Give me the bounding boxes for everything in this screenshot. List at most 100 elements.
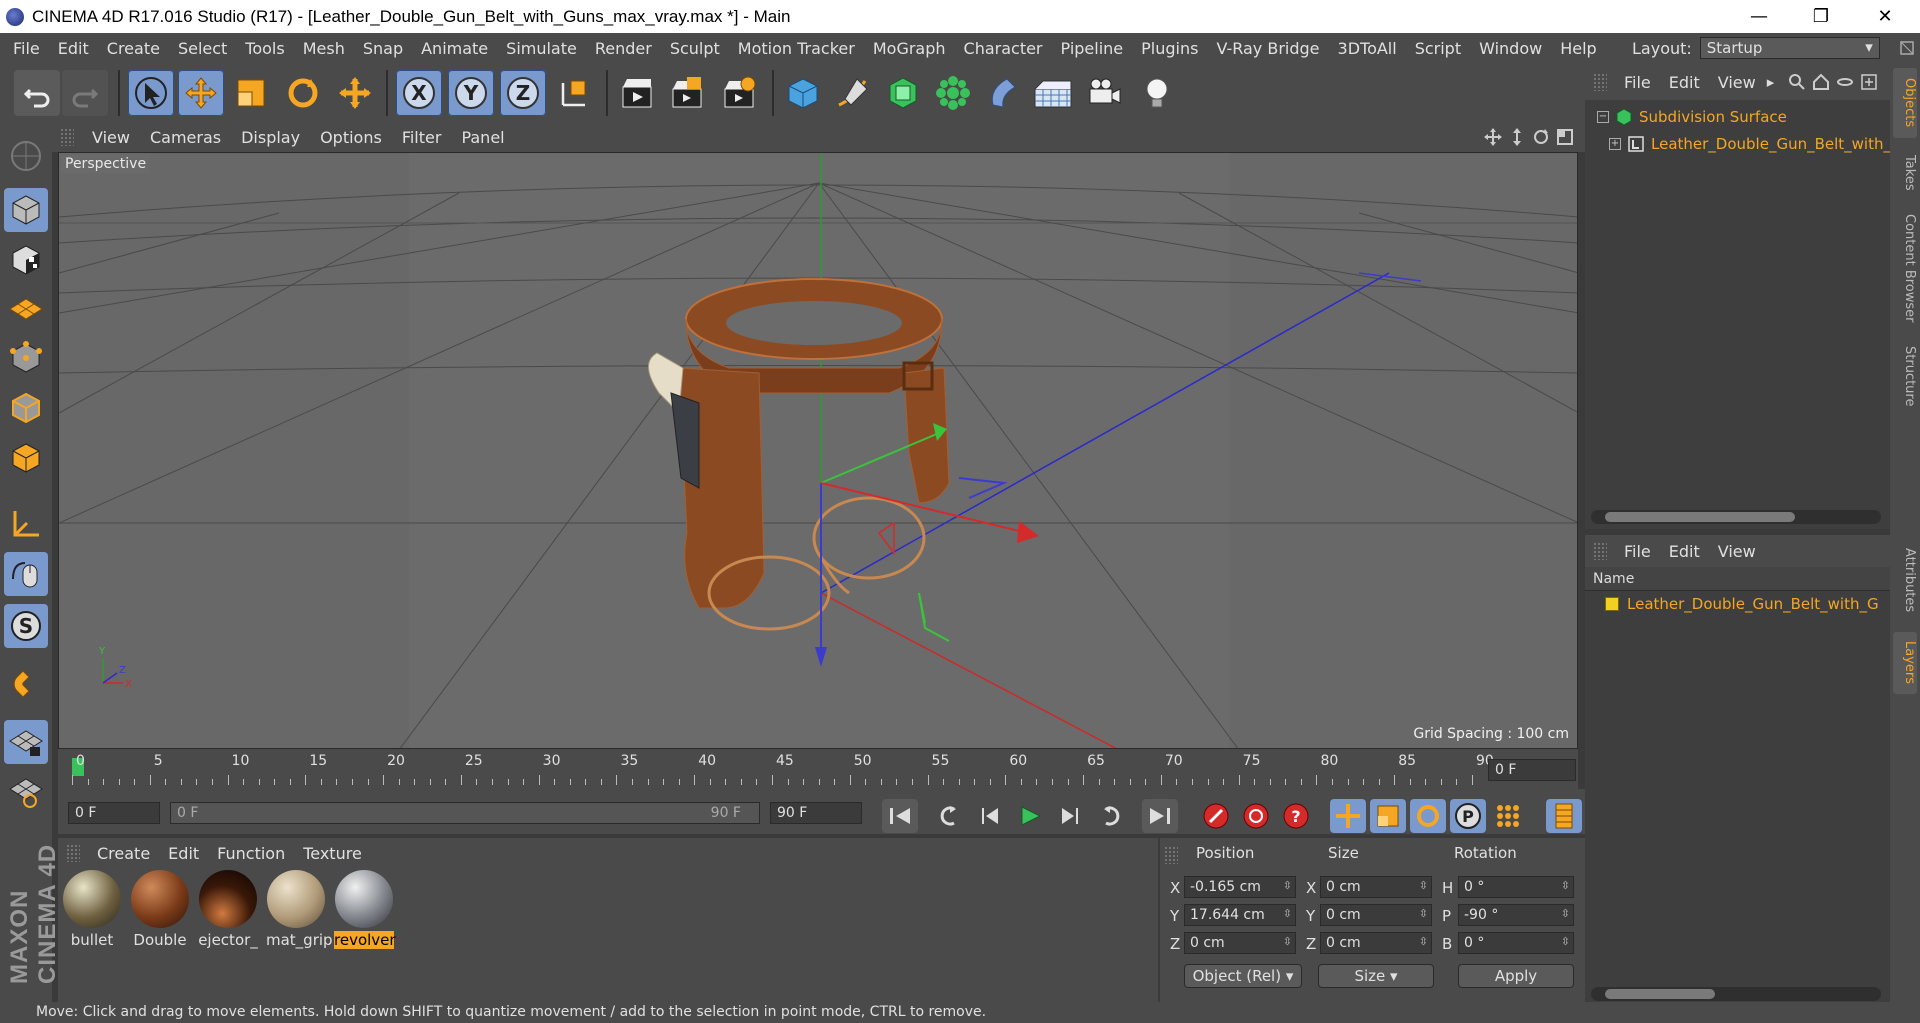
viewport-camera-label[interactable]: Perspective — [61, 155, 151, 173]
object-horizontal-scrollbar[interactable] — [1591, 510, 1881, 524]
expand-toggle-icon[interactable]: + — [1609, 138, 1621, 150]
viewport-menu-options[interactable]: Options — [310, 128, 392, 147]
material-swatch-double[interactable]: Double — [130, 870, 190, 949]
scale-tool-icon[interactable] — [228, 70, 274, 116]
z-axis-lock-icon[interactable]: Z — [500, 70, 546, 116]
layer-menu-file[interactable]: File — [1615, 542, 1660, 561]
render-view-icon[interactable] — [614, 70, 660, 116]
light-object-icon[interactable] — [1134, 70, 1180, 116]
rotation-p-field[interactable]: -90 ° — [1458, 904, 1574, 926]
menu-file[interactable]: File — [4, 39, 49, 58]
make-editable-icon[interactable] — [4, 134, 48, 178]
last-tool-icon[interactable] — [332, 70, 378, 116]
viewport-maximize-icon[interactable] — [1556, 128, 1574, 146]
viewport-menu-display[interactable]: Display — [231, 128, 310, 147]
menu-edit[interactable]: Edit — [49, 39, 98, 58]
apply-button[interactable]: Apply — [1458, 964, 1574, 988]
current-frame-field[interactable]: 0 F — [1488, 759, 1576, 781]
key-point-level-icon[interactable] — [1490, 799, 1526, 833]
coordinate-mode-dropdown[interactable]: Object (Rel) ▾ — [1184, 964, 1302, 988]
x-axis-lock-icon[interactable]: X — [396, 70, 442, 116]
menu-sculpt[interactable]: Sculpt — [661, 39, 729, 58]
rotation-h-field[interactable]: 0 ° — [1458, 876, 1574, 898]
record-keys-icon[interactable] — [1198, 799, 1234, 833]
minimize-button[interactable]: — — [1730, 0, 1788, 33]
material-menu-create[interactable]: Create — [88, 844, 159, 863]
key-parameter-icon[interactable]: P — [1450, 799, 1486, 833]
tab-objects[interactable]: Objects — [1893, 68, 1917, 138]
size-z-field[interactable]: 0 cm — [1320, 932, 1432, 954]
menu-create[interactable]: Create — [98, 39, 169, 58]
layer-row[interactable]: Leather_Double_Gun_Belt_with_G — [1605, 595, 1879, 613]
position-z-field[interactable]: 0 cm — [1184, 932, 1296, 954]
render-settings-icon[interactable] — [716, 70, 762, 116]
material-menu-texture[interactable]: Texture — [294, 844, 371, 863]
floor-environment-icon[interactable] — [1030, 70, 1076, 116]
menu-help[interactable]: Help — [1551, 39, 1605, 58]
grid-snap-icon[interactable] — [4, 770, 48, 814]
autokeying-icon[interactable] — [1238, 799, 1274, 833]
viewport-rotate-icon[interactable] — [1532, 128, 1550, 146]
key-position-icon[interactable] — [1330, 799, 1366, 833]
tab-content-browser[interactable]: Content Browser — [1893, 208, 1917, 328]
mograph-cloner-icon[interactable] — [930, 70, 976, 116]
texture-mode-icon[interactable] — [4, 238, 48, 282]
size-mode-dropdown[interactable]: Size ▾ — [1318, 964, 1434, 988]
menu-plugins[interactable]: Plugins — [1132, 39, 1207, 58]
layer-horizontal-scrollbar[interactable] — [1591, 987, 1881, 1001]
menu-window[interactable]: Window — [1470, 39, 1551, 58]
object-row-gun-belt[interactable]: + Leather_Double_Gun_Belt_with_ — [1609, 135, 1891, 153]
edges-mode-icon[interactable] — [4, 386, 48, 430]
end-frame-field[interactable]: 90 F — [770, 802, 862, 824]
play-forward-icon[interactable] — [1012, 799, 1048, 833]
polygons-mode-icon[interactable] — [4, 436, 48, 480]
grip-handle-icon[interactable] — [1164, 846, 1178, 864]
keyframe-selection-icon[interactable]: ? — [1278, 799, 1314, 833]
new-window-icon[interactable] — [1860, 73, 1878, 91]
redo-icon[interactable] — [62, 70, 108, 116]
menu-more-arrow-icon[interactable]: ▸ — [1767, 73, 1775, 91]
tab-structure[interactable]: Structure — [1893, 338, 1917, 414]
rotation-b-field[interactable]: 0 ° — [1458, 932, 1574, 954]
pen-spline-icon[interactable] — [830, 70, 876, 116]
grip-handle-icon[interactable] — [66, 844, 80, 862]
viewport-menu-cameras[interactable]: Cameras — [140, 128, 231, 147]
menu-select[interactable]: Select — [169, 39, 236, 58]
object-menu-file[interactable]: File — [1615, 73, 1660, 92]
tweak-mode-icon[interactable] — [4, 552, 48, 596]
points-mode-icon[interactable] — [4, 336, 48, 380]
undo-icon[interactable] — [14, 70, 60, 116]
workplane-lock-icon[interactable] — [4, 720, 48, 764]
move-tool-icon[interactable] — [178, 70, 224, 116]
key-rotation-icon[interactable] — [1410, 799, 1446, 833]
material-swatch-ejector[interactable]: ejector_ — [198, 870, 258, 949]
subdivision-surface-icon[interactable] — [880, 70, 926, 116]
viewport-pan-icon[interactable] — [1484, 128, 1502, 146]
grip-handle-icon[interactable] — [60, 128, 74, 146]
pin-icon[interactable] — [1898, 39, 1916, 57]
model-mode-icon[interactable] — [4, 188, 48, 232]
restore-button[interactable]: ❐ — [1792, 0, 1850, 33]
material-swatch-bullet[interactable]: bullet — [62, 870, 122, 949]
collapse-toggle-icon[interactable]: − — [1597, 111, 1609, 123]
layout-select[interactable]: Startup — [1699, 37, 1880, 59]
menu-3dtoall[interactable]: 3DToAll — [1329, 39, 1406, 58]
menu-mesh[interactable]: Mesh — [294, 39, 354, 58]
frame-range-slider[interactable]: 0 F 90 F — [170, 802, 760, 824]
viewport-zoom-icon[interactable] — [1508, 128, 1526, 146]
next-key-icon[interactable] — [1092, 799, 1128, 833]
menu-mograph[interactable]: MoGraph — [864, 39, 955, 58]
tab-attributes[interactable]: Attributes — [1893, 538, 1917, 622]
link-icon[interactable] — [1836, 73, 1854, 91]
start-frame-field[interactable]: 0 F — [68, 802, 160, 824]
material-swatch-revolver[interactable]: revolver — [334, 870, 396, 949]
go-to-start-icon[interactable] — [882, 799, 918, 833]
tab-layers[interactable]: Layers — [1893, 632, 1917, 694]
y-axis-lock-icon[interactable]: Y — [448, 70, 494, 116]
viewport-menu-panel[interactable]: Panel — [451, 128, 514, 147]
menu-snap[interactable]: Snap — [354, 39, 412, 58]
go-to-end-icon[interactable] — [1142, 799, 1178, 833]
key-scale-icon[interactable] — [1370, 799, 1406, 833]
perspective-viewport[interactable]: Y X Z Perspective Grid Spacing : 100 cm — [58, 152, 1578, 749]
coordinate-system-icon[interactable] — [552, 70, 598, 116]
